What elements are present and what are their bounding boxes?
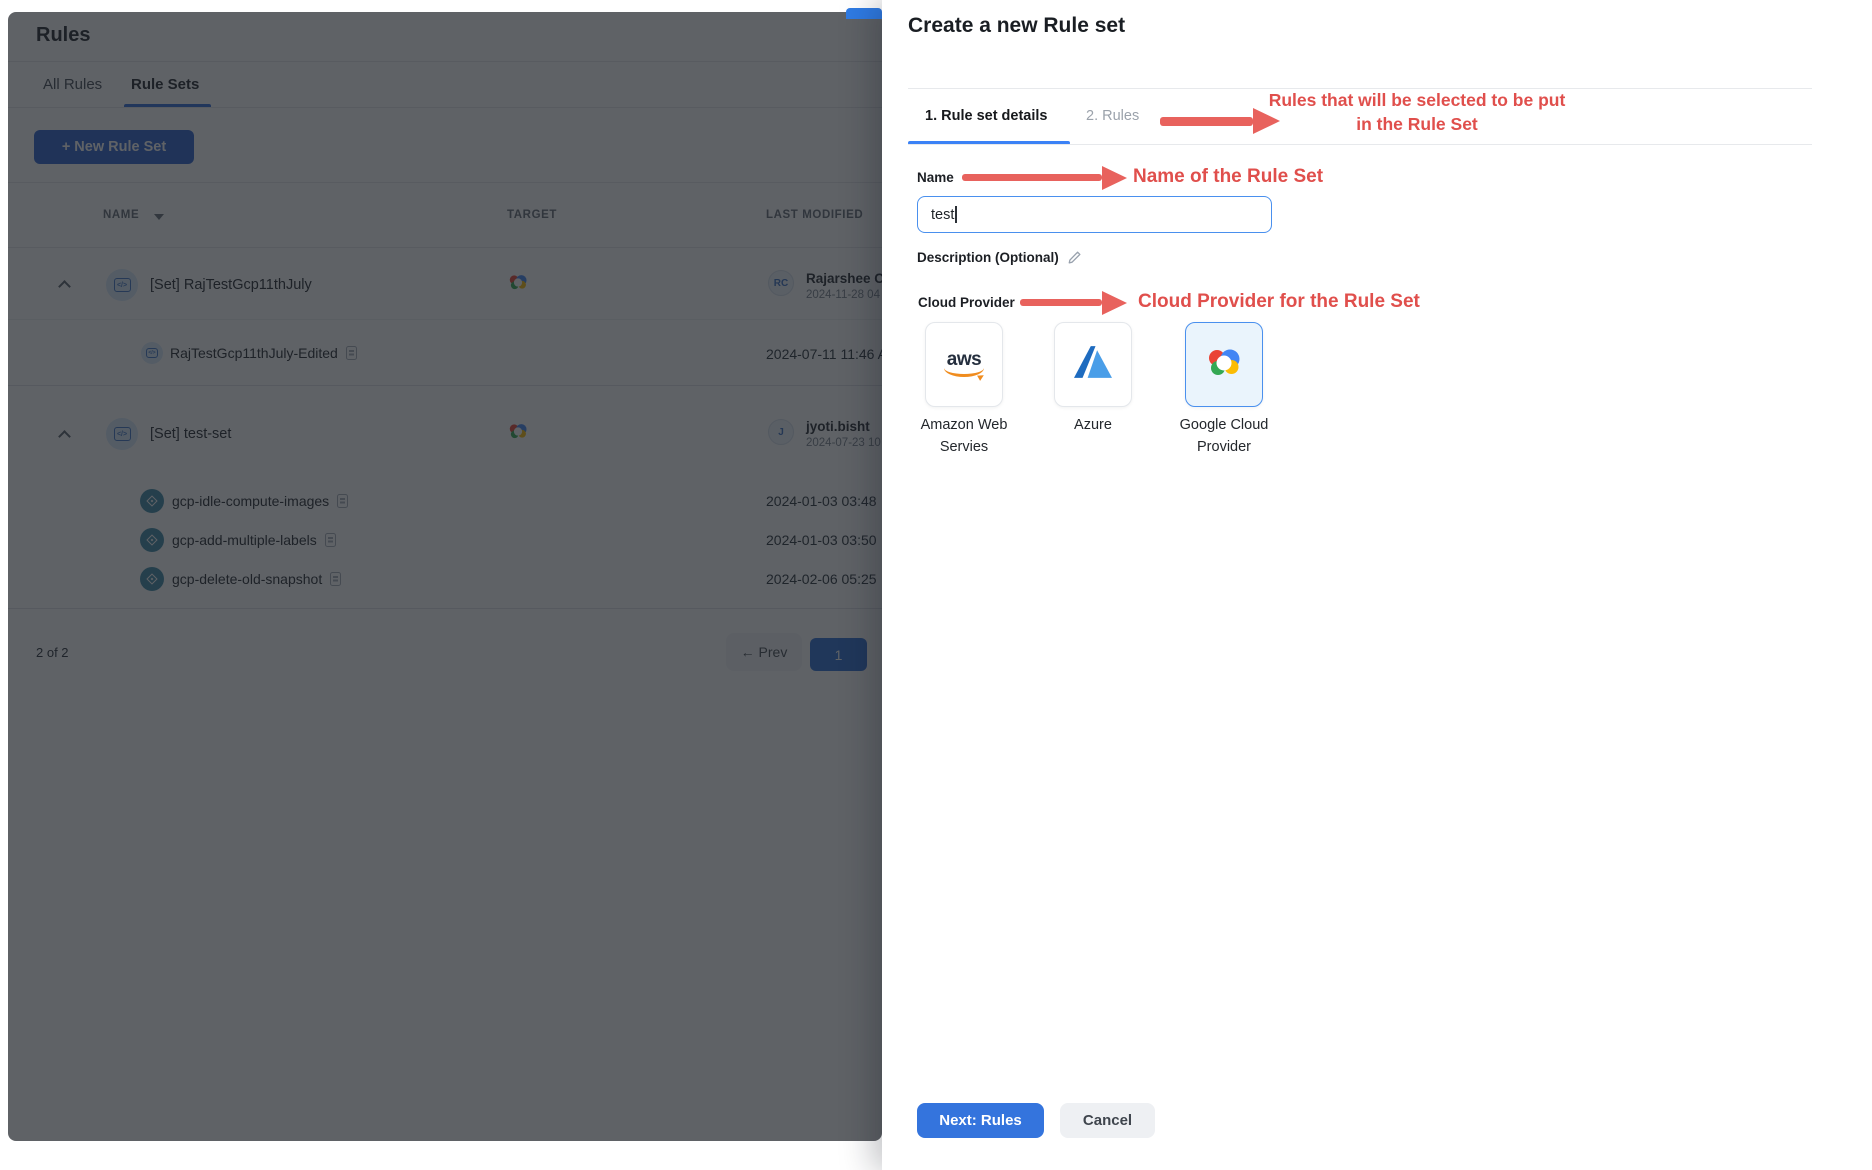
name-label: Name xyxy=(917,170,954,185)
google-cloud-icon xyxy=(1204,346,1244,383)
aws-icon: aws xyxy=(944,350,984,377)
provider-card-gcp[interactable] xyxy=(1185,322,1263,407)
step-tab-rules[interactable]: 2. Rules xyxy=(1086,108,1139,124)
edit-pencil-icon[interactable] xyxy=(1067,250,1082,268)
drawer-title: Create a new Rule set xyxy=(908,14,1126,37)
provider-label-gcp: Google Cloud Provider xyxy=(1179,417,1269,455)
annotation-arrow-head xyxy=(1102,166,1127,190)
new-rule-button-partial xyxy=(846,8,882,19)
annotation-arrow xyxy=(1160,117,1253,126)
cancel-button[interactable]: Cancel xyxy=(1060,1103,1155,1138)
annotation-cloud-provider: Cloud Provider for the Rule Set xyxy=(1138,291,1420,312)
name-input-value: test xyxy=(931,206,955,223)
annotation-arrow-head xyxy=(1102,291,1127,315)
divider xyxy=(908,144,1812,145)
create-rule-set-drawer: Create a new Rule set 1. Rule set detail… xyxy=(882,0,1872,1170)
annotation-rules-tab: Rules that will be selected to be put in… xyxy=(1268,90,1566,134)
description-label: Description (Optional) xyxy=(917,250,1082,268)
provider-card-aws[interactable]: aws xyxy=(925,322,1003,407)
modal-dim-overlay[interactable] xyxy=(8,12,882,1141)
step-tab-rule-set-details[interactable]: 1. Rule set details xyxy=(925,108,1048,124)
name-input[interactable]: test xyxy=(917,196,1272,233)
annotation-name: Name of the Rule Set xyxy=(1133,166,1324,187)
provider-label-aws: Amazon Web Servies xyxy=(920,417,1008,455)
provider-card-azure[interactable] xyxy=(1054,322,1132,407)
text-caret xyxy=(955,206,957,223)
annotation-arrow xyxy=(962,174,1102,181)
next-rules-button[interactable]: Next: Rules xyxy=(917,1103,1044,1138)
annotation-arrow xyxy=(1020,299,1102,306)
provider-label-azure: Azure xyxy=(1074,417,1112,433)
cloud-provider-label: Cloud Provider xyxy=(918,295,1015,310)
azure-icon xyxy=(1074,346,1112,383)
